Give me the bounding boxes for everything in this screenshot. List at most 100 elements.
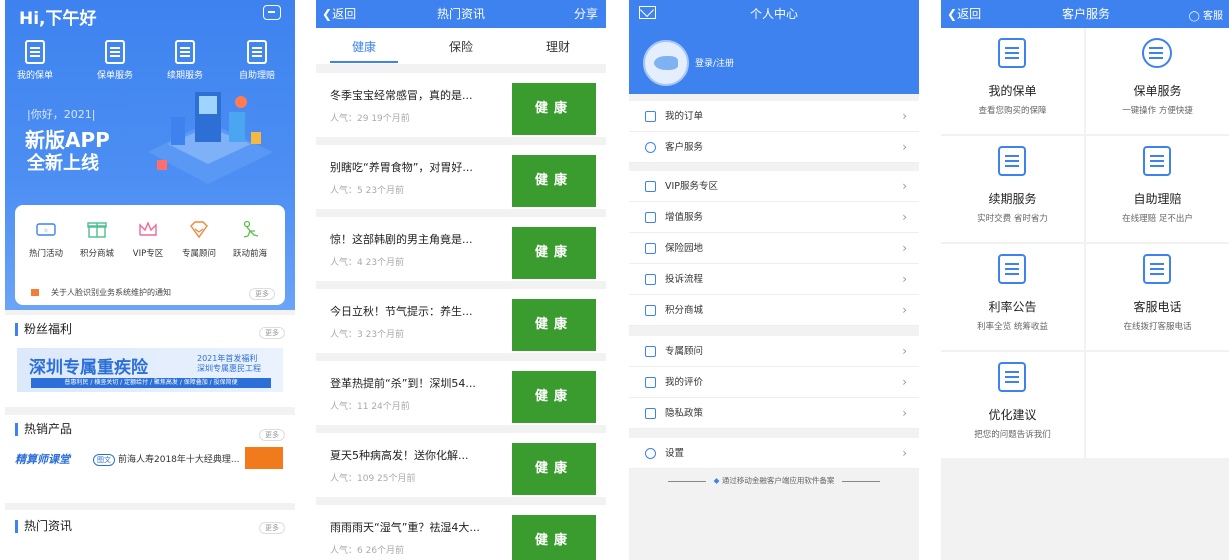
promo-vip[interactable]: VIP专区 bbox=[123, 219, 173, 259]
menu-label: 积分商城 bbox=[665, 305, 704, 316]
service-name: 优化建议 bbox=[988, 408, 1037, 422]
promo-label: 专属顾问 bbox=[181, 249, 216, 259]
chevron-right-icon: › bbox=[902, 179, 907, 193]
menu-item-my-orders[interactable]: 我的订单 › bbox=[629, 101, 919, 132]
article-item[interactable]: 雨雨雨天“湿气”重？祛湿4大... 人气：6 26个月前 健康 bbox=[316, 505, 606, 560]
article-item[interactable]: 登革热提前“杀”到！深圳54... 人气：11 24个月前 健康 bbox=[316, 361, 606, 425]
service-name: 续期服务 bbox=[988, 192, 1037, 206]
store-icon bbox=[645, 305, 656, 316]
article-item[interactable]: 今日立秋！节气提示：养生... 人气：3 23个月前 健康 bbox=[316, 289, 606, 353]
service-my-policy[interactable]: 我的保单 查看您购买的保障 bbox=[941, 28, 1084, 134]
menu-item-customer-service[interactable]: 客户服务 › bbox=[629, 132, 919, 163]
banner-subtitle: 全新上线 bbox=[27, 153, 99, 174]
hot-product-item[interactable]: 图文 前海人寿2018年十大经典理... bbox=[93, 452, 240, 466]
menu-item-value-added[interactable]: 增值服务 › bbox=[629, 202, 919, 233]
service-policy-service[interactable]: 保单服务 一键操作 方便快捷 bbox=[1086, 28, 1229, 134]
section-title: 热门资讯 bbox=[15, 520, 72, 533]
avatar[interactable] bbox=[643, 40, 689, 86]
rate-icon bbox=[998, 254, 1026, 284]
more-button[interactable]: 更多 bbox=[259, 327, 285, 339]
fans-banner-title: 深圳专属重疾险 bbox=[29, 358, 148, 378]
chevron-right-icon: › bbox=[902, 446, 907, 460]
chevron-right-icon: › bbox=[902, 109, 907, 123]
menu-item-insurance-garden[interactable]: 保险园地 › bbox=[629, 233, 919, 264]
service-desc: 实时交费 省时省力 bbox=[977, 214, 1048, 224]
tab-insurance[interactable]: 保险 bbox=[413, 38, 509, 55]
menu-label: 保险园地 bbox=[665, 243, 704, 254]
service-desc: 在线理赔 足不出户 bbox=[1122, 214, 1193, 224]
article-title: 惊！这部韩剧的男主角竟是... bbox=[330, 233, 473, 246]
menu-item-points-mall[interactable]: 积分商城 › bbox=[629, 295, 919, 326]
claim-icon bbox=[247, 40, 267, 64]
banner-year: |你好，2021| bbox=[27, 108, 96, 121]
home-screen: Hi,下午好 我的保单 保单服务 续期服务 自助理赔 |你好，2021| 新版A… bbox=[5, 0, 295, 560]
promo-qianhai[interactable]: 跃动前海 bbox=[225, 219, 275, 259]
menu-label: 我的评价 bbox=[665, 377, 704, 388]
article-tag: 健康 bbox=[512, 299, 596, 351]
speaker-icon bbox=[31, 289, 39, 296]
chevron-right-icon: › bbox=[902, 303, 907, 317]
heart-icon bbox=[645, 142, 656, 153]
section-title: 粉丝福利 bbox=[15, 323, 72, 336]
chevron-right-icon: › bbox=[902, 375, 907, 389]
menu-label: VIP服务专区 bbox=[665, 181, 719, 192]
article-tag: 健康 bbox=[512, 83, 596, 135]
policy-icon bbox=[998, 38, 1026, 68]
hot-news-section: 热门资讯 更多 bbox=[5, 510, 295, 560]
article-item[interactable]: 惊！这部韩剧的男主角竟是... 人气：4 23个月前 健康 bbox=[316, 217, 606, 281]
menu-item-settings[interactable]: 设置 › bbox=[629, 438, 919, 469]
article-title: 夏天5种病高发！送你化解... bbox=[330, 449, 469, 462]
crown-icon bbox=[139, 221, 157, 236]
menu-item-privacy[interactable]: 隐私政策 › bbox=[629, 398, 919, 429]
quick-action-my-policy[interactable]: 我的保单 bbox=[5, 40, 65, 81]
fans-banner[interactable]: 深圳专属重疾险 2021年首发福利 深圳专属惠民工程 普惠利民 / 横竖关切 / … bbox=[17, 348, 283, 392]
article-tag: 健康 bbox=[512, 371, 596, 423]
page-title: 客户服务 bbox=[1061, 7, 1110, 21]
share-button[interactable]: 分享 bbox=[574, 5, 598, 22]
article-title: 今日立秋！节气提示：养生... bbox=[330, 305, 473, 318]
login-register-link[interactable]: 登录/注册 bbox=[695, 56, 734, 69]
article-item[interactable]: 别瞎吃“养胃食物”，对胃好... 人气：5 23个月前 健康 bbox=[316, 145, 606, 209]
more-button[interactable]: 更多 bbox=[259, 522, 285, 534]
article-meta: 人气：11 24个月前 bbox=[330, 402, 410, 412]
menu-label: 我的订单 bbox=[665, 111, 704, 122]
more-button[interactable]: 更多 bbox=[249, 288, 275, 300]
menu-item-advisor[interactable]: 专属顾问 › bbox=[629, 336, 919, 367]
tab-finance[interactable]: 理财 bbox=[510, 38, 606, 55]
service-renewal[interactable]: 续期服务 实时交费 省时省力 bbox=[941, 136, 1084, 242]
service-desc: 利率全览 统筹收益 bbox=[977, 322, 1048, 332]
menu-group-orders: 我的订单 › 客户服务 › bbox=[629, 101, 919, 163]
star-icon bbox=[645, 377, 656, 388]
filing-text: 通过移动金融客户端应用软件备案 bbox=[721, 476, 835, 485]
type-badge: 图文 bbox=[93, 454, 115, 466]
article-tag: 健康 bbox=[512, 515, 596, 560]
article-item[interactable]: 夏天5种病高发！送你化解... 人气：109 25个月前 健康 bbox=[316, 433, 606, 497]
gift-icon bbox=[87, 222, 107, 238]
product-thumbnail[interactable] bbox=[245, 447, 283, 469]
menu-item-complaint[interactable]: 投诉流程 › bbox=[629, 264, 919, 295]
promo-points-mall[interactable]: 积分商城 bbox=[72, 219, 122, 259]
promo-hot-activity[interactable]: ☆ 热门活动 bbox=[21, 219, 71, 259]
message-icon[interactable] bbox=[263, 5, 281, 20]
article-item[interactable]: 冬季宝宝经常感冒，真的是... 人气：29 19个月前 健康 bbox=[316, 73, 606, 137]
promo-advisor[interactable]: 专属顾问 bbox=[174, 219, 224, 259]
menu-item-vip[interactable]: VIP服务专区 › bbox=[629, 171, 919, 202]
chevron-right-icon: › bbox=[902, 241, 907, 255]
more-button[interactable]: 更多 bbox=[259, 429, 285, 441]
article-meta: 人气：6 26个月前 bbox=[330, 546, 405, 556]
service-self-claim[interactable]: 自助理赔 在线理赔 足不出户 bbox=[1086, 136, 1229, 242]
service-feedback[interactable]: 优化建议 把您的问题告诉我们 bbox=[941, 352, 1084, 458]
menu-item-reviews[interactable]: 我的评价 › bbox=[629, 367, 919, 398]
article-title: 冬季宝宝经常感冒，真的是... bbox=[330, 89, 473, 102]
service-rate-notice[interactable]: 利率公告 利率全览 统筹收益 bbox=[941, 244, 1084, 350]
svg-text:☆: ☆ bbox=[43, 228, 48, 235]
section-title: 热销产品 bbox=[15, 423, 72, 436]
quick-action-label: 我的保单 bbox=[16, 71, 53, 81]
notice-bar[interactable]: 关于人脸识别业务系统维护的通知 bbox=[31, 287, 171, 298]
chevron-right-icon: › bbox=[902, 210, 907, 224]
customer-service-button[interactable]: ◯ 客服 bbox=[1189, 7, 1223, 22]
tab-health[interactable]: 健康 bbox=[316, 38, 412, 55]
menu-group-settings: 设置 › bbox=[629, 438, 919, 469]
service-hotline[interactable]: 客服电话 在线拨打客服电话 bbox=[1086, 244, 1229, 350]
complaint-icon bbox=[645, 274, 656, 285]
